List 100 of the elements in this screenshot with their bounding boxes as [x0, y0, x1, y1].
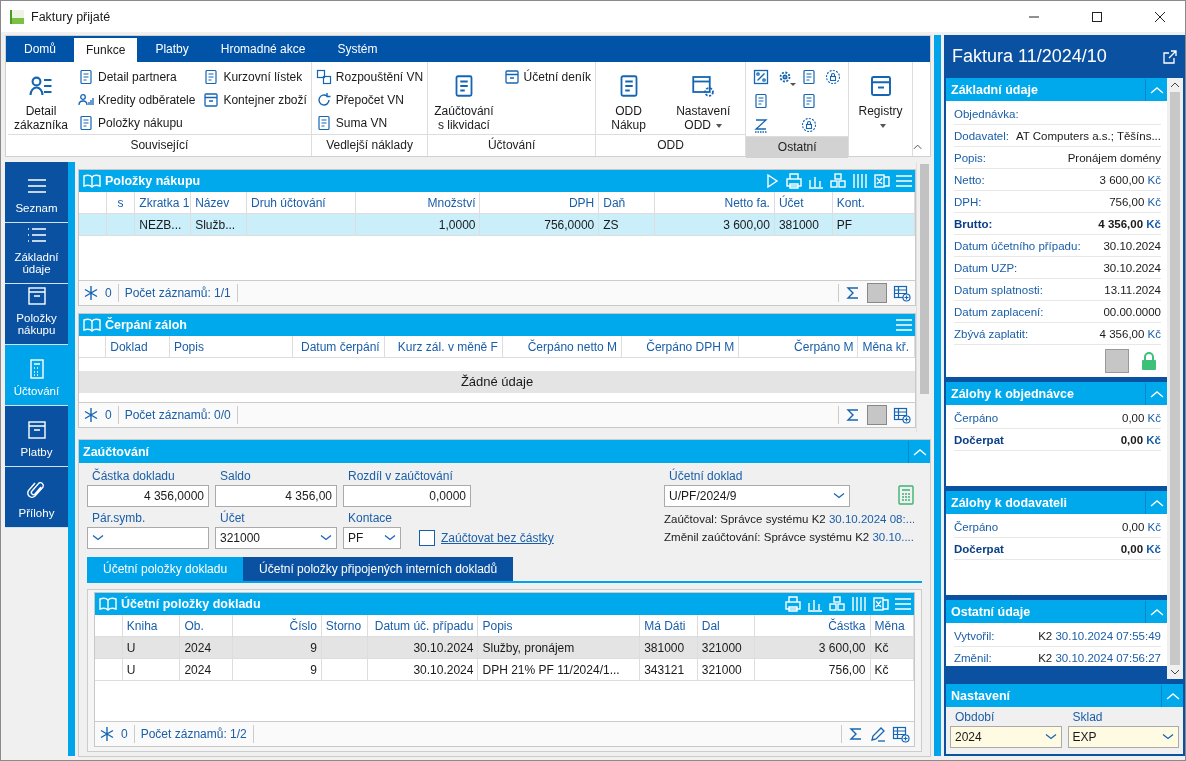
input-field[interactable]: 4 356,0000	[87, 485, 209, 507]
column-header[interactable]: Kniha	[122, 615, 180, 637]
spreadsheet-icon[interactable]	[872, 595, 891, 613]
ribbon-button[interactable]: Přepočet VN	[315, 91, 424, 109]
add-table-icon[interactable]	[893, 284, 912, 302]
column-header[interactable]: Popis	[477, 615, 640, 637]
ribbon-button[interactable]: Registry	[853, 66, 908, 156]
ribbon-button[interactable]: Kurzovní lístek	[203, 68, 307, 86]
nav-item[interactable]: Seznam	[5, 162, 68, 223]
table-row[interactable]: U 2024 9 30.10.2024 Služby, pronájem 381000 321000 3 600,00 Kč	[95, 636, 914, 659]
dropdown-field[interactable]: 2024	[950, 726, 1062, 748]
scroll-down-icon[interactable]	[1170, 669, 1180, 675]
ribbon-button[interactable]: Nastavení ODD	[665, 66, 742, 134]
table-cell: ZS	[598, 213, 655, 236]
column-header[interactable]: Druh účtování	[246, 192, 356, 214]
dropdown-field[interactable]	[87, 527, 209, 549]
ribbon-button[interactable]: Zaúčtování s likvidací	[432, 66, 496, 134]
column-header[interactable]: Čerpáno netto M	[502, 336, 622, 358]
menu-icon[interactable]	[895, 172, 914, 190]
column-header[interactable]: Účet	[774, 192, 833, 214]
maximize-icon[interactable]	[1091, 10, 1103, 23]
column-header[interactable]: Částka	[754, 615, 871, 637]
column-header[interactable]: Číslo	[232, 615, 322, 637]
input-field[interactable]: 0,0000	[343, 485, 471, 507]
input-field[interactable]: 4 356,00	[215, 485, 337, 507]
pencil-icon[interactable]	[870, 726, 887, 742]
toggle-button[interactable]	[867, 283, 888, 303]
column-header[interactable]: Netto fa.	[654, 192, 775, 214]
scroll-up-icon[interactable]	[1170, 82, 1180, 88]
scrollbar[interactable]	[1167, 78, 1183, 679]
column-header[interactable]: Měna	[870, 615, 914, 637]
ribbon-tab[interactable]: Platby	[141, 36, 203, 62]
column-header[interactable]: Datum čerpání	[292, 336, 385, 358]
collapse-ribbon-icon[interactable]	[912, 144, 923, 150]
table-row[interactable]: U 2024 9 30.10.2024 DPH 21% PF 11/2024/1... 343121 321000 756,00 Kč	[95, 658, 914, 681]
columns-icon[interactable]	[851, 172, 870, 190]
column-header[interactable]: DPH	[480, 192, 599, 214]
nav-item[interactable]: Základní údaje	[5, 223, 68, 284]
table-row[interactable]: NEZB... Služb... 1,0000 756,0000 ZS 3 600,00 381000 PF	[79, 213, 915, 236]
snowflake-icon[interactable]	[99, 726, 115, 742]
column-header[interactable]: Množství	[355, 192, 480, 214]
column-header[interactable]: Měna kř.	[857, 336, 915, 358]
detail-label: Dočerpat	[954, 433, 1004, 446]
ribbon-button[interactable]: Položky nákupu	[78, 114, 196, 132]
ribbon-button[interactable]: Kredity odběratele	[78, 91, 196, 109]
ribbon-button[interactable]: Detail zákazníka	[12, 66, 71, 134]
column-header[interactable]: Čerpáno M	[738, 336, 858, 358]
ribbon-button[interactable]: Suma VN	[315, 114, 424, 132]
column-header[interactable]: Dal	[697, 615, 755, 637]
nav-item[interactable]: Položky nákupu	[5, 284, 68, 345]
ribbon-tab[interactable]: Domů	[10, 36, 70, 62]
ribbon-tab[interactable]: Hromadné akce	[206, 36, 320, 62]
ribbon-button[interactable]: ODD Nákup	[599, 66, 658, 134]
dropdown-field[interactable]: 321000	[215, 527, 337, 549]
tab[interactable]: Účetní položky připojených interních dokladů	[243, 557, 514, 581]
column-header[interactable]: Má Dáti	[639, 615, 698, 637]
printer-icon[interactable]	[785, 172, 804, 190]
column-header[interactable]: Popis	[169, 336, 293, 358]
column-header[interactable]: Ob.	[179, 615, 233, 637]
ribbon-button[interactable]: Kontejner zboží	[203, 91, 307, 109]
checkbox-label[interactable]: Zaúčtovat bez částky	[441, 531, 554, 545]
close-icon[interactable]	[1154, 10, 1166, 23]
detail-value: 00.00.0000	[1103, 305, 1161, 318]
column-header[interactable]: Zkratka 1	[134, 192, 191, 214]
record-count: Počet záznamů: 1/2	[140, 727, 247, 741]
column-header[interactable]: Kurz zál. v měně F	[384, 336, 503, 358]
column-header[interactable]: s	[106, 192, 135, 214]
dropdown-field[interactable]: EXP	[1067, 726, 1179, 748]
toggle-button[interactable]	[867, 405, 888, 425]
add-table-icon[interactable]	[892, 725, 911, 743]
calculator-icon[interactable]	[898, 485, 915, 505]
cubes-icon[interactable]	[829, 172, 848, 190]
ribbon-tab[interactable]: Systém	[323, 36, 392, 62]
checkbox[interactable]	[419, 530, 435, 546]
column-header[interactable]: Název	[190, 192, 247, 214]
column-header[interactable]: Čerpáno DPH M	[621, 336, 739, 358]
menu-icon[interactable]	[894, 595, 913, 613]
column-header[interactable]: Daň	[598, 192, 655, 214]
ribbon-button[interactable]: Rozpouštění VN	[315, 68, 424, 86]
snowflake-icon[interactable]	[83, 285, 99, 301]
columns-icon[interactable]	[850, 595, 869, 613]
menu-icon[interactable]	[895, 316, 914, 334]
ribbon-button[interactable]: Detail partnera	[78, 68, 196, 86]
column-header[interactable]: Storno	[321, 615, 368, 637]
dropdown-field[interactable]: U/PF/2024/9	[664, 485, 851, 507]
dropdown-field[interactable]: PF	[343, 527, 401, 549]
add-table-icon[interactable]	[893, 406, 912, 424]
column-header[interactable]: Doklad	[105, 336, 170, 358]
ribbon-tab[interactable]: Funkce	[74, 38, 138, 62]
column-header[interactable]: Kont.	[832, 192, 915, 214]
nav-item[interactable]: Přílohy	[5, 467, 68, 528]
snowflake-icon[interactable]	[83, 407, 99, 423]
cubes-icon[interactable]	[828, 595, 847, 613]
pop-out-icon[interactable]	[1163, 49, 1177, 64]
column-header[interactable]: Datum úč. případu	[367, 615, 478, 637]
ribbon-button[interactable]: Účetní deník	[503, 68, 591, 86]
spreadsheet-icon[interactable]	[873, 172, 892, 190]
printer-icon[interactable]	[784, 595, 803, 613]
scrollbar[interactable]	[916, 162, 932, 432]
nav-item[interactable]: Platby	[5, 406, 68, 467]
